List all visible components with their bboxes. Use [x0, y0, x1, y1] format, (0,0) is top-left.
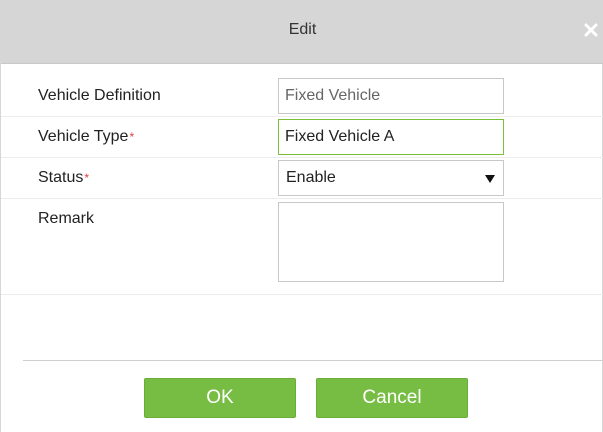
vehicle-type-label: Vehicle Type*: [38, 127, 134, 147]
vehicle-definition-row: Vehicle Definition: [1, 72, 603, 117]
remark-textarea[interactable]: [278, 202, 504, 282]
vehicle-type-field[interactable]: [278, 119, 504, 155]
vehicle-type-label-text: Vehicle Type: [38, 128, 129, 145]
remark-label-text: Remark: [38, 210, 95, 227]
status-label: Status*: [38, 168, 89, 188]
required-mark: *: [84, 171, 90, 185]
edit-dialog: Edit Vehicle Definition Vehicle Type* St…: [0, 0, 603, 432]
vehicle-definition-label-text: Vehicle Definition: [38, 87, 161, 104]
vehicle-type-row: Vehicle Type*: [1, 117, 603, 158]
dialog-title-bar: Edit: [1, 0, 603, 64]
vehicle-definition-field[interactable]: [278, 78, 504, 114]
status-label-text: Status: [38, 169, 84, 186]
ok-button[interactable]: OK: [144, 378, 296, 418]
dialog-title: Edit: [288, 21, 317, 38]
footer-divider: [23, 360, 603, 361]
status-select[interactable]: Enable: [278, 160, 504, 196]
triangle-down-icon: [485, 175, 495, 183]
required-mark: *: [129, 130, 135, 144]
vehicle-definition-label: Vehicle Definition: [38, 86, 161, 106]
status-row: Status* Enable: [1, 158, 603, 199]
cancel-button[interactable]: Cancel: [316, 378, 468, 418]
status-selected-value: Enable: [286, 169, 336, 186]
close-icon[interactable]: [581, 20, 601, 40]
remark-label: Remark: [38, 209, 94, 229]
